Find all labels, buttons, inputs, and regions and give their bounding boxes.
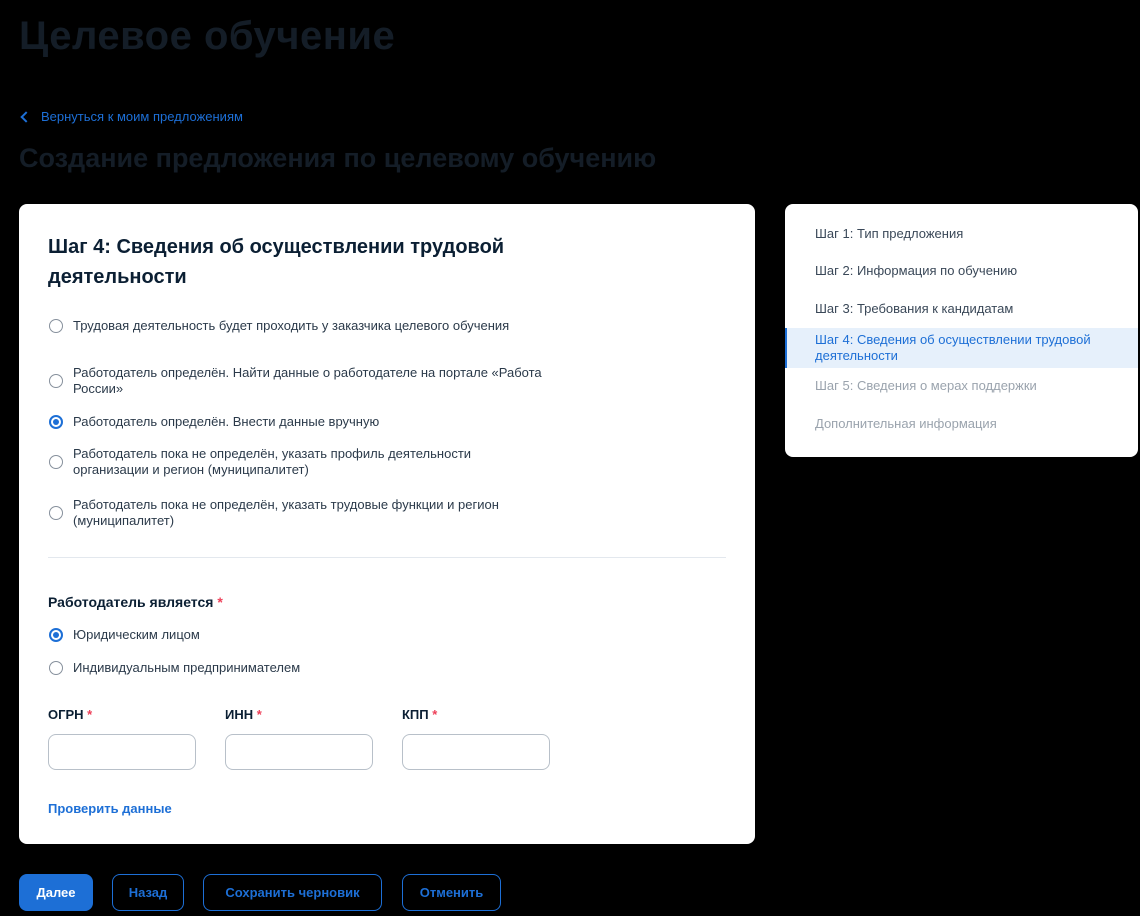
step-nav-1[interactable]: Шаг 1: Тип предложения: [785, 226, 1138, 242]
employer-type-label: Юридическим лицом: [73, 627, 200, 642]
option-label: Работодатель определён. Внести данные вр…: [73, 414, 380, 429]
employer-type-legal-entity[interactable]: Юридическим лицом: [49, 627, 549, 643]
ogrn-input[interactable]: [48, 734, 196, 770]
next-button[interactable]: Далее: [19, 874, 93, 911]
required-mark: *: [432, 707, 438, 722]
back-button[interactable]: Назад: [112, 874, 184, 911]
chevron-left-icon: [20, 110, 32, 123]
step-nav-3[interactable]: Шаг 3: Требования к кандидатам: [785, 301, 1138, 317]
step-title: Шаг 4: Сведения об осуществлении трудово…: [48, 236, 505, 288]
kpp-label-text: КПП: [402, 707, 429, 722]
radio-checked-icon[interactable]: [49, 415, 63, 429]
back-link-label: Вернуться к моим предложениям: [41, 109, 243, 124]
option-employer-profile-region[interactable]: Работодатель пока не определён, указать …: [49, 446, 549, 478]
kpp-label: КПП *: [402, 707, 437, 722]
cancel-button[interactable]: Отменить: [402, 874, 501, 911]
option-employer-manual[interactable]: Работодатель определён. Внести данные вр…: [49, 414, 549, 430]
radio-icon[interactable]: [49, 374, 63, 388]
radio-icon[interactable]: [49, 506, 63, 520]
radio-icon[interactable]: [49, 455, 63, 469]
option-customer[interactable]: Трудовая деятельность будет проходить у …: [49, 318, 549, 334]
employer-type-label: Работодатель является *: [48, 594, 223, 610]
page-subtitle: Создание предложения по целевому обучени…: [19, 143, 657, 173]
back-link[interactable]: Вернуться к моим предложениям: [20, 109, 243, 124]
ogrn-label-text: ОГРН: [48, 707, 84, 722]
employer-type-individual[interactable]: Индивидуальным предпринимателем: [49, 660, 549, 676]
step-nav-4[interactable]: Шаг 4: Сведения об осуществлении трудово…: [785, 328, 1138, 368]
radio-icon[interactable]: [49, 661, 63, 675]
steps-nav: Шаг 1: Тип предложения Шаг 2: Информация…: [785, 204, 1138, 457]
divider: [48, 557, 726, 558]
radio-checked-icon[interactable]: [49, 628, 63, 642]
required-mark: *: [256, 707, 262, 722]
ogrn-label: ОГРН *: [48, 707, 92, 722]
inn-label: ИНН *: [225, 707, 262, 722]
employer-type-label-text: Работодатель является: [48, 594, 214, 610]
step-nav-additional: Дополнительная информация: [815, 416, 997, 431]
form-card: Шаг 4: Сведения об осуществлении трудово…: [19, 204, 755, 844]
option-label: Работодатель пока не определён, указать …: [73, 497, 499, 528]
option-label: Работодатель определён. Найти данные о р…: [73, 365, 542, 396]
inn-input[interactable]: [225, 734, 373, 770]
kpp-input[interactable]: [402, 734, 550, 770]
radio-icon[interactable]: [49, 319, 63, 333]
option-employer-portal[interactable]: Работодатель определён. Найти данные о р…: [49, 365, 549, 397]
step-nav-2[interactable]: Шаг 2: Информация по обучению: [785, 263, 1138, 279]
option-label: Трудовая деятельность будет проходить у …: [73, 318, 510, 333]
page-title: Целевое обучение: [19, 14, 396, 58]
inn-label-text: ИНН: [225, 707, 254, 722]
save-draft-button[interactable]: Сохранить черновик: [203, 874, 382, 911]
employer-type-label: Индивидуальным предпринимателем: [73, 660, 301, 675]
check-data-link[interactable]: Проверить данные: [48, 801, 172, 816]
required-mark: *: [217, 594, 223, 610]
required-mark: *: [87, 707, 93, 722]
option-label: Работодатель пока не определён, указать …: [73, 446, 472, 477]
step-nav-5: Шаг 5: Сведения о мерах поддержки: [815, 378, 1037, 393]
option-employer-functions-region[interactable]: Работодатель пока не определён, указать …: [49, 497, 549, 529]
